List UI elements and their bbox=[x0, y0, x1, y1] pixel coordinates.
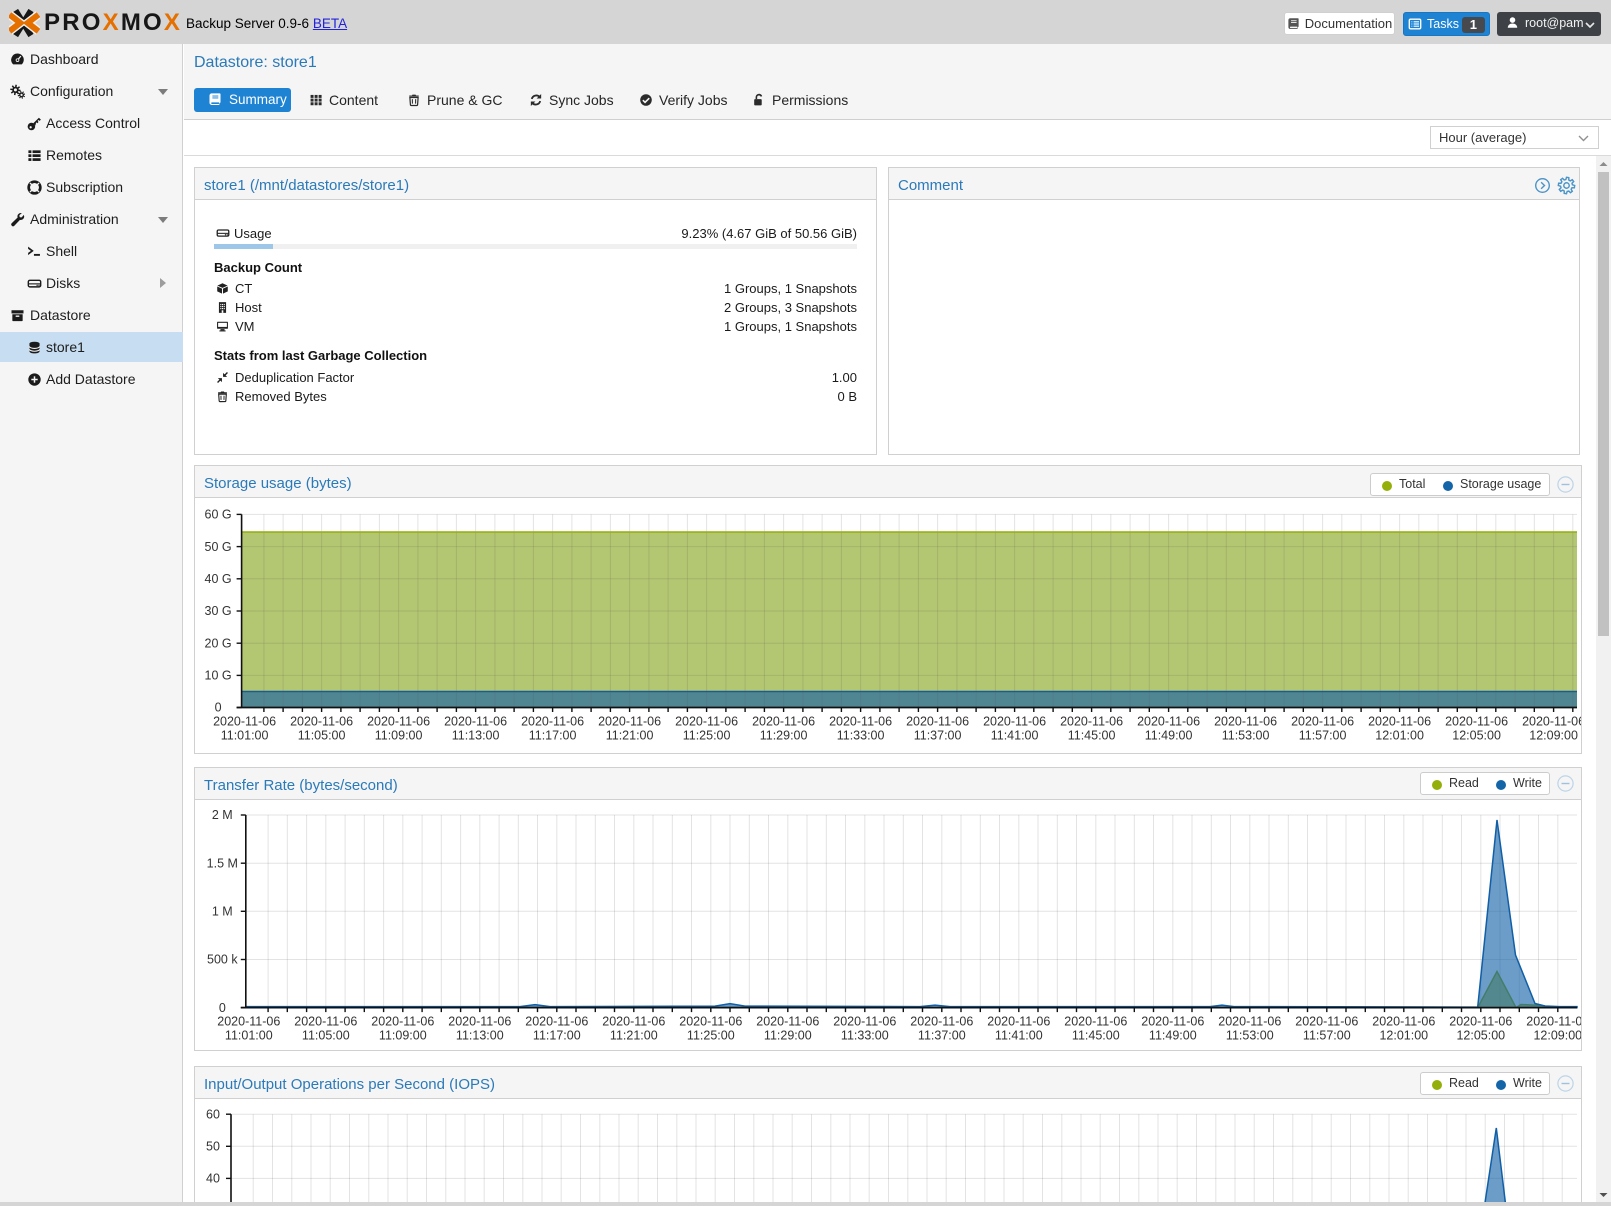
svg-text:11:37:00: 11:37:00 bbox=[918, 1029, 966, 1043]
svg-text:2020-11-06: 2020-11-06 bbox=[679, 1015, 742, 1029]
svg-text:11:25:00: 11:25:00 bbox=[683, 729, 731, 743]
svg-text:2020-11-06: 2020-11-06 bbox=[1522, 715, 1581, 729]
svg-text:0: 0 bbox=[219, 1001, 226, 1015]
svg-text:2020-11-06: 2020-11-06 bbox=[1449, 1015, 1512, 1029]
svg-text:2020-11-06: 2020-11-06 bbox=[983, 715, 1046, 729]
svg-text:11:53:00: 11:53:00 bbox=[1226, 1029, 1274, 1043]
svg-text:11:13:00: 11:13:00 bbox=[456, 1029, 504, 1043]
svg-text:11:09:00: 11:09:00 bbox=[379, 1029, 427, 1043]
svg-text:12:09:00: 12:09:00 bbox=[1529, 729, 1578, 743]
svg-text:2020-11-06: 2020-11-06 bbox=[1526, 1015, 1581, 1029]
svg-text:11:41:00: 11:41:00 bbox=[995, 1029, 1043, 1043]
svg-text:11:21:00: 11:21:00 bbox=[610, 1029, 658, 1043]
svg-text:30 G: 30 G bbox=[205, 604, 232, 618]
svg-text:2020-11-06: 2020-11-06 bbox=[1137, 715, 1200, 729]
svg-text:11:41:00: 11:41:00 bbox=[991, 729, 1039, 743]
svg-text:11:57:00: 11:57:00 bbox=[1299, 729, 1347, 743]
svg-text:12:01:00: 12:01:00 bbox=[1379, 1029, 1428, 1043]
svg-text:2020-11-06: 2020-11-06 bbox=[1141, 1015, 1204, 1029]
svg-text:12:09:00: 12:09:00 bbox=[1533, 1029, 1581, 1043]
svg-text:2020-11-06: 2020-11-06 bbox=[448, 1015, 511, 1029]
svg-text:2020-11-06: 2020-11-06 bbox=[910, 1015, 973, 1029]
svg-text:2020-11-06: 2020-11-06 bbox=[833, 1015, 896, 1029]
svg-text:11:17:00: 11:17:00 bbox=[533, 1029, 581, 1043]
svg-text:11:05:00: 11:05:00 bbox=[298, 729, 346, 743]
svg-text:11:53:00: 11:53:00 bbox=[1222, 729, 1270, 743]
svg-text:11:25:00: 11:25:00 bbox=[687, 1029, 735, 1043]
svg-text:2020-11-06: 2020-11-06 bbox=[213, 715, 276, 729]
svg-text:2020-11-06: 2020-11-06 bbox=[756, 1015, 819, 1029]
svg-text:11:37:00: 11:37:00 bbox=[914, 729, 962, 743]
svg-text:2020-11-06: 2020-11-06 bbox=[1060, 715, 1123, 729]
svg-text:2020-11-06: 2020-11-06 bbox=[752, 715, 815, 729]
svg-text:2020-11-06: 2020-11-06 bbox=[217, 1015, 280, 1029]
svg-text:40: 40 bbox=[206, 1172, 220, 1186]
svg-text:11:05:00: 11:05:00 bbox=[302, 1029, 350, 1043]
svg-text:11:09:00: 11:09:00 bbox=[375, 729, 423, 743]
svg-text:12:05:00: 12:05:00 bbox=[1456, 1029, 1505, 1043]
svg-text:2020-11-06: 2020-11-06 bbox=[906, 715, 969, 729]
svg-text:2020-11-06: 2020-11-06 bbox=[1295, 1015, 1358, 1029]
svg-text:2020-11-06: 2020-11-06 bbox=[444, 715, 507, 729]
svg-text:2020-11-06: 2020-11-06 bbox=[987, 1015, 1050, 1029]
svg-text:11:33:00: 11:33:00 bbox=[841, 1029, 889, 1043]
svg-text:10 G: 10 G bbox=[205, 669, 232, 683]
svg-text:11:57:00: 11:57:00 bbox=[1303, 1029, 1351, 1043]
svg-text:2020-11-06: 2020-11-06 bbox=[290, 715, 353, 729]
svg-text:60: 60 bbox=[206, 1107, 220, 1121]
svg-text:2020-11-06: 2020-11-06 bbox=[367, 715, 430, 729]
svg-text:2020-11-06: 2020-11-06 bbox=[1368, 715, 1431, 729]
svg-text:11:01:00: 11:01:00 bbox=[225, 1029, 273, 1043]
svg-text:2 M: 2 M bbox=[212, 808, 233, 822]
svg-text:2020-11-06: 2020-11-06 bbox=[1291, 715, 1354, 729]
svg-text:1 M: 1 M bbox=[212, 905, 233, 919]
svg-text:50 G: 50 G bbox=[205, 540, 232, 554]
svg-text:2020-11-06: 2020-11-06 bbox=[294, 1015, 357, 1029]
svg-text:2020-11-06: 2020-11-06 bbox=[371, 1015, 434, 1029]
svg-text:2020-11-06: 2020-11-06 bbox=[1372, 1015, 1435, 1029]
svg-text:60 G: 60 G bbox=[205, 508, 232, 522]
svg-text:11:01:00: 11:01:00 bbox=[221, 729, 269, 743]
svg-text:2020-11-06: 2020-11-06 bbox=[598, 715, 661, 729]
svg-text:2020-11-06: 2020-11-06 bbox=[675, 715, 738, 729]
svg-text:11:33:00: 11:33:00 bbox=[837, 729, 885, 743]
svg-text:40 G: 40 G bbox=[205, 572, 232, 586]
svg-text:2020-11-06: 2020-11-06 bbox=[602, 1015, 665, 1029]
svg-text:2020-11-06: 2020-11-06 bbox=[1214, 715, 1277, 729]
svg-text:50: 50 bbox=[206, 1140, 220, 1154]
svg-text:2020-11-06: 2020-11-06 bbox=[521, 715, 584, 729]
svg-text:12:01:00: 12:01:00 bbox=[1375, 729, 1424, 743]
svg-text:1.5 M: 1.5 M bbox=[207, 856, 238, 870]
svg-text:11:17:00: 11:17:00 bbox=[529, 729, 577, 743]
svg-text:2020-11-06: 2020-11-06 bbox=[829, 715, 892, 729]
svg-text:12:05:00: 12:05:00 bbox=[1452, 729, 1501, 743]
svg-text:11:49:00: 11:49:00 bbox=[1145, 729, 1193, 743]
svg-text:11:49:00: 11:49:00 bbox=[1149, 1029, 1197, 1043]
svg-text:2020-11-06: 2020-11-06 bbox=[1218, 1015, 1281, 1029]
svg-text:11:29:00: 11:29:00 bbox=[760, 729, 808, 743]
svg-text:11:21:00: 11:21:00 bbox=[606, 729, 654, 743]
svg-text:20 G: 20 G bbox=[205, 636, 232, 650]
svg-text:11:29:00: 11:29:00 bbox=[764, 1029, 812, 1043]
svg-text:0: 0 bbox=[215, 701, 222, 715]
svg-text:500 k: 500 k bbox=[207, 953, 238, 967]
svg-text:11:45:00: 11:45:00 bbox=[1072, 1029, 1120, 1043]
svg-text:11:45:00: 11:45:00 bbox=[1068, 729, 1116, 743]
svg-text:11:13:00: 11:13:00 bbox=[452, 729, 500, 743]
svg-text:2020-11-06: 2020-11-06 bbox=[1064, 1015, 1127, 1029]
svg-text:2020-11-06: 2020-11-06 bbox=[1445, 715, 1508, 729]
svg-text:2020-11-06: 2020-11-06 bbox=[525, 1015, 588, 1029]
